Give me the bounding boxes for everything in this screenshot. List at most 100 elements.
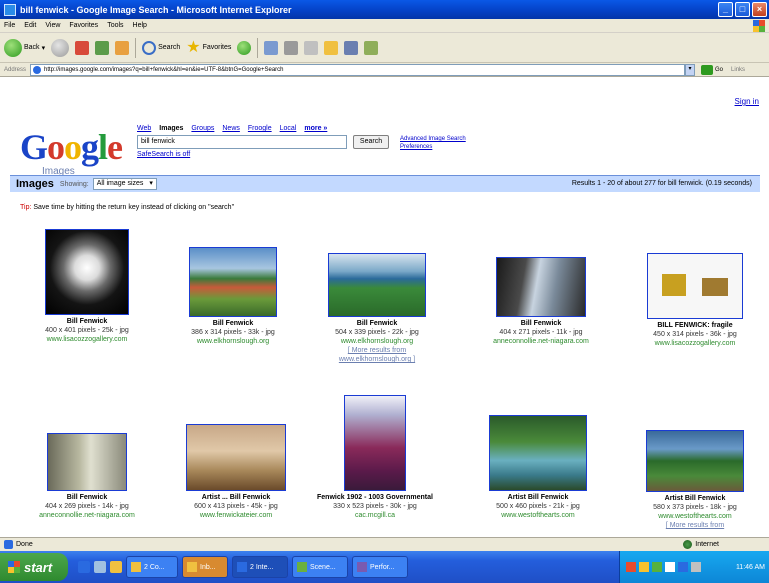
print-icon[interactable] <box>284 40 299 55</box>
result-title[interactable]: Bill Fenwick <box>312 319 442 328</box>
result-thumbnail[interactable] <box>496 257 586 317</box>
menu-favorites[interactable]: Favorites <box>69 22 98 29</box>
back-button[interactable]: Back ▾ <box>4 38 46 57</box>
google-logo[interactable]: Google <box>20 126 123 168</box>
safesearch-link[interactable]: SafeSearch is off <box>137 151 190 158</box>
chevron-down-icon[interactable]: ▾ <box>42 44 46 52</box>
stop-icon[interactable] <box>75 40 90 55</box>
result-meta: 450 x 314 pixels - 36k - jpg <box>653 331 737 338</box>
close-button[interactable]: × <box>752 2 767 17</box>
address-dropdown-icon[interactable]: ▾ <box>685 63 696 76</box>
taskbar-task[interactable]: Inb... <box>182 556 228 578</box>
tray-icon[interactable] <box>665 562 675 572</box>
refresh-icon[interactable] <box>95 40 110 55</box>
taskbar-task[interactable]: Perfor... <box>352 556 408 578</box>
tray-icon[interactable] <box>626 562 636 572</box>
result-thumbnail[interactable] <box>328 253 426 317</box>
result-thumbnail[interactable] <box>47 433 127 491</box>
home-icon[interactable] <box>115 40 130 55</box>
result-thumbnail[interactable] <box>344 395 406 491</box>
tray-icon[interactable] <box>691 562 701 572</box>
taskbar-task[interactable]: 2 Inte... <box>232 556 288 578</box>
tray-icon[interactable] <box>652 562 662 572</box>
result-url: www.lisacozzogallery.com <box>654 340 736 347</box>
folder-icon[interactable] <box>324 40 339 55</box>
search-button[interactable]: Search <box>142 40 180 55</box>
menu-tools[interactable]: Tools <box>107 22 123 29</box>
task-icon <box>357 562 367 572</box>
links-button[interactable]: Links <box>731 67 745 73</box>
menu-edit[interactable]: Edit <box>24 22 36 29</box>
task-label: 2 Inte... <box>250 563 274 571</box>
menu-file[interactable]: File <box>4 22 15 29</box>
mail-icon[interactable] <box>264 40 279 55</box>
advanced-image-search-link[interactable]: Advanced Image Search <box>400 135 466 143</box>
minimize-button[interactable]: _ <box>718 2 733 17</box>
result-title[interactable]: Bill Fenwick <box>168 319 298 328</box>
more-results-link[interactable]: [ More results from <box>625 521 765 530</box>
result-title[interactable]: Bill Fenwick <box>22 493 152 502</box>
tab-news[interactable]: News <box>222 125 240 132</box>
address-field[interactable]: http://images.google.com/images?q=bill+f… <box>30 63 686 76</box>
tab-local[interactable]: Local <box>280 125 297 132</box>
history-icon[interactable] <box>237 40 252 55</box>
result-url: anneconnollie.net-niagara.com <box>493 338 589 345</box>
page-icon <box>33 65 42 74</box>
result-title[interactable]: Artist Bill Fenwick <box>625 494 765 503</box>
result-thumbnail[interactable] <box>647 253 743 319</box>
result-thumbnail[interactable] <box>45 229 129 315</box>
sign-in-link[interactable]: Sign in <box>735 97 759 106</box>
taskbar-task[interactable]: 2 Co... <box>126 556 178 578</box>
forward-button[interactable] <box>51 38 70 57</box>
window-title-bar[interactable]: bill fenwick - Google Image Search - Mic… <box>0 0 769 19</box>
toolbar-separator <box>135 37 137 58</box>
taskbar-task[interactable]: Scene... <box>292 556 348 578</box>
result-title[interactable]: Artist ... Bill Fenwick <box>166 493 306 502</box>
result-title[interactable]: Artist Bill Fenwick <box>468 493 608 502</box>
search-submit-button[interactable]: Search <box>353 135 389 149</box>
task-icon <box>131 562 141 572</box>
result-thumbnail[interactable] <box>489 415 587 491</box>
tray-icon[interactable] <box>639 562 649 572</box>
menu-help[interactable]: Help <box>133 22 147 29</box>
go-button[interactable]: Go <box>701 64 723 75</box>
windows-logo-icon <box>8 561 20 573</box>
result-meta: 404 x 269 pixels - 14k - jpg <box>45 503 129 510</box>
result-title[interactable]: Fenwick 1902 - 1003 Governmental <box>310 493 440 502</box>
research-icon[interactable] <box>364 40 379 55</box>
tab-more[interactable]: more » <box>304 125 327 132</box>
windows-logo-icon <box>753 20 765 32</box>
more-results-link[interactable]: [ More results from www.elkhornslough.or… <box>312 346 442 364</box>
image-size-select[interactable]: All image sizes ▾ <box>92 178 157 190</box>
result-title[interactable]: Bill Fenwick <box>22 317 152 326</box>
result-title[interactable]: Bill Fenwick <box>466 319 616 328</box>
edit-icon[interactable] <box>304 40 319 55</box>
results-count: Results 1 - 20 of about 277 for bill fen… <box>571 180 752 187</box>
result-url: www.westofthearts.com <box>501 512 575 519</box>
result-title[interactable]: BILL FENWICK: fragile <box>625 321 765 330</box>
tab-web[interactable]: Web <box>137 125 151 132</box>
tray-icon[interactable] <box>678 562 688 572</box>
window-title: bill fenwick - Google Image Search - Mic… <box>20 4 292 15</box>
show-desktop-icon[interactable] <box>94 561 106 573</box>
search-input[interactable]: bill fenwick <box>137 135 347 149</box>
outlook-icon[interactable] <box>110 561 122 573</box>
quick-launch <box>78 561 122 573</box>
result-url: www.fenwickateier.com <box>199 512 273 519</box>
result-thumbnail[interactable] <box>186 424 286 491</box>
taskbar-clock[interactable]: 11:46 AM <box>736 564 765 571</box>
ie-quicklaunch-icon[interactable] <box>78 561 90 573</box>
image-result: Fenwick 1902 - 1003 Governmental 330 x 5… <box>310 395 440 520</box>
maximize-button[interactable]: □ <box>735 2 750 17</box>
tab-froogle[interactable]: Froogle <box>248 125 272 132</box>
result-thumbnail[interactable] <box>646 430 744 492</box>
result-thumbnail[interactable] <box>189 247 277 317</box>
preferences-link[interactable]: Preferences <box>400 143 466 151</box>
tab-groups[interactable]: Groups <box>191 125 214 132</box>
task-label: Inb... <box>200 563 216 571</box>
favorites-button[interactable]: ★ Favorites <box>186 39 231 56</box>
messenger-icon[interactable] <box>344 40 359 55</box>
start-button[interactable]: start <box>0 553 68 581</box>
menu-view[interactable]: View <box>45 22 60 29</box>
ie-app-icon <box>4 3 16 16</box>
